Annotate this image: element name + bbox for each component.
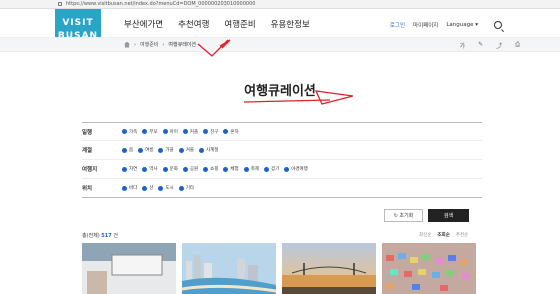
- filter-option[interactable]: 자연: [122, 166, 137, 172]
- check-icon: [178, 147, 184, 153]
- filter-row-season: 계절 봄 여름 가을 겨울 사계절: [82, 141, 482, 160]
- check-icon: [158, 185, 164, 191]
- filter-option[interactable]: 산: [142, 185, 153, 191]
- filter-option[interactable]: 겨울: [178, 147, 194, 153]
- chevron-right-icon: ›: [162, 41, 165, 48]
- filter-option[interactable]: 친구: [203, 129, 218, 135]
- check-icon: [142, 166, 148, 172]
- filter-option[interactable]: 커플: [182, 129, 198, 135]
- check-icon: [122, 129, 127, 134]
- filter-option[interactable]: 가족: [122, 129, 137, 135]
- check-icon: [243, 166, 249, 172]
- result-card-thumbnail[interactable]: [382, 243, 476, 294]
- reset-button[interactable]: ↻ 초기화: [384, 209, 423, 222]
- check-icon: [122, 166, 127, 172]
- check-icon: [223, 129, 229, 134]
- filter-label: 위치: [82, 186, 93, 192]
- share-icon[interactable]: ⤴: [496, 41, 502, 50]
- filter-option[interactable]: 아이: [162, 129, 178, 135]
- check-icon: [158, 147, 164, 153]
- filter-option[interactable]: 공원: [182, 166, 198, 172]
- breadcrumb-item-current[interactable]: 여행큐레이션: [168, 41, 196, 48]
- page-tools: 가 ✎ ⤴ ⎙: [460, 41, 520, 50]
- sort-views[interactable]: 조회순: [437, 232, 449, 238]
- filter-option[interactable]: 바다: [122, 185, 137, 191]
- check-icon: [122, 147, 127, 153]
- chevron-right-icon: ›: [134, 41, 136, 48]
- url-text[interactable]: https://www.visitbusan.net/index.do?menu…: [66, 1, 255, 7]
- logo-line-visit: VISIT: [62, 18, 94, 28]
- check-icon: [198, 147, 204, 153]
- result-thumbnails: [82, 243, 476, 294]
- sort-latest[interactable]: 최신순: [419, 232, 431, 238]
- check-icon: [142, 185, 148, 191]
- filter-option[interactable]: 역사: [142, 166, 158, 172]
- filter-option[interactable]: 가을: [158, 147, 174, 153]
- search-button[interactable]: 검색: [428, 209, 469, 222]
- filter-label: 여행지: [82, 167, 98, 173]
- filter-option[interactable]: 기타: [178, 185, 194, 191]
- main-nav: 부산에가면 추천여행 여행준비 유용한정보: [124, 18, 310, 30]
- result-count: 총(전체) 517 건: [82, 233, 118, 239]
- nav-item-recommend[interactable]: 추천여행: [178, 18, 209, 30]
- filter-option[interactable]: 쇼핑: [203, 166, 218, 172]
- check-icon: [162, 166, 168, 172]
- check-icon: [122, 185, 127, 191]
- login-link[interactable]: 로그인: [390, 21, 405, 29]
- page-title: 여행큐레이션: [244, 84, 316, 99]
- filter-option[interactable]: 걷기: [263, 166, 279, 172]
- filter-option[interactable]: 봄: [122, 147, 133, 153]
- breadcrumb: › 여행준비 › 여행큐레이션: [124, 41, 196, 48]
- filter-option[interactable]: 부모: [142, 129, 158, 135]
- check-icon: [138, 147, 144, 153]
- check-icon: [203, 166, 209, 172]
- result-card-thumbnail[interactable]: [282, 243, 376, 294]
- check-icon: [162, 129, 168, 134]
- breadcrumb-item-prepare[interactable]: 여행준비: [140, 41, 158, 48]
- check-icon: [182, 129, 188, 134]
- language-select[interactable]: Language ▾: [446, 22, 478, 28]
- search-icon[interactable]: [494, 21, 502, 29]
- result-card-thumbnail[interactable]: [82, 243, 176, 294]
- check-icon: [263, 166, 269, 172]
- sort-recommend[interactable]: 추천순: [456, 232, 468, 238]
- filter-option[interactable]: 사계절: [198, 147, 218, 153]
- filter-panel: 일행 가족 부모 아이 커플 친구 혼자 계절 봄 여름 가을 겨울 사계절 여…: [82, 122, 482, 198]
- filter-row-companion: 일행 가족 부모 아이 커플 친구 혼자: [82, 122, 482, 141]
- filter-option[interactable]: 도시: [158, 185, 174, 191]
- filter-option[interactable]: 혼자: [223, 129, 239, 135]
- nav-item-prepare[interactable]: 여행준비: [224, 18, 255, 30]
- home-icon[interactable]: [124, 41, 130, 48]
- check-icon: [284, 166, 290, 172]
- mypage-link[interactable]: 마이페이지: [413, 21, 438, 29]
- browser-address-bar[interactable]: https://www.visitbusan.net/index.do?menu…: [0, 0, 560, 9]
- filter-option[interactable]: 여름: [138, 147, 153, 153]
- check-icon: [203, 129, 209, 134]
- filter-label: 계절: [82, 148, 93, 154]
- filter-row-location: 위치 바다 산 도시 기타: [82, 179, 482, 198]
- filter-label: 일행: [82, 129, 93, 136]
- font-size-icon[interactable]: 가: [460, 41, 466, 50]
- check-icon: [178, 185, 184, 191]
- print-icon[interactable]: ⎙: [515, 41, 520, 50]
- filter-option[interactable]: 축제: [243, 166, 259, 172]
- check-icon: [182, 166, 188, 172]
- result-card-thumbnail[interactable]: [182, 243, 276, 294]
- check-icon: [223, 166, 229, 172]
- filter-row-destination: 여행지 자연 역사 문화 공원 쇼핑 체험 축제 걷기 야경여행: [82, 160, 482, 179]
- nav-item-busan[interactable]: 부산에가면: [124, 18, 163, 30]
- edit-icon[interactable]: ✎: [478, 41, 483, 50]
- nav-item-info[interactable]: 유용한정보: [271, 18, 310, 30]
- breadcrumb-bar: › 여행준비 › 여행큐레이션 가 ✎ ⤴ ⎙: [0, 37, 560, 52]
- sort-options: 최신순 조회순 추천순: [419, 232, 468, 238]
- filter-option[interactable]: 체험: [223, 166, 239, 172]
- filter-option[interactable]: 문화: [162, 166, 178, 172]
- check-icon: [142, 129, 148, 134]
- filter-option[interactable]: 야경여행: [284, 166, 308, 172]
- utility-menu: 로그인 마이페이지 Language ▾: [390, 21, 502, 29]
- lock-icon: [58, 2, 62, 6]
- result-count-number: 517: [101, 233, 112, 239]
